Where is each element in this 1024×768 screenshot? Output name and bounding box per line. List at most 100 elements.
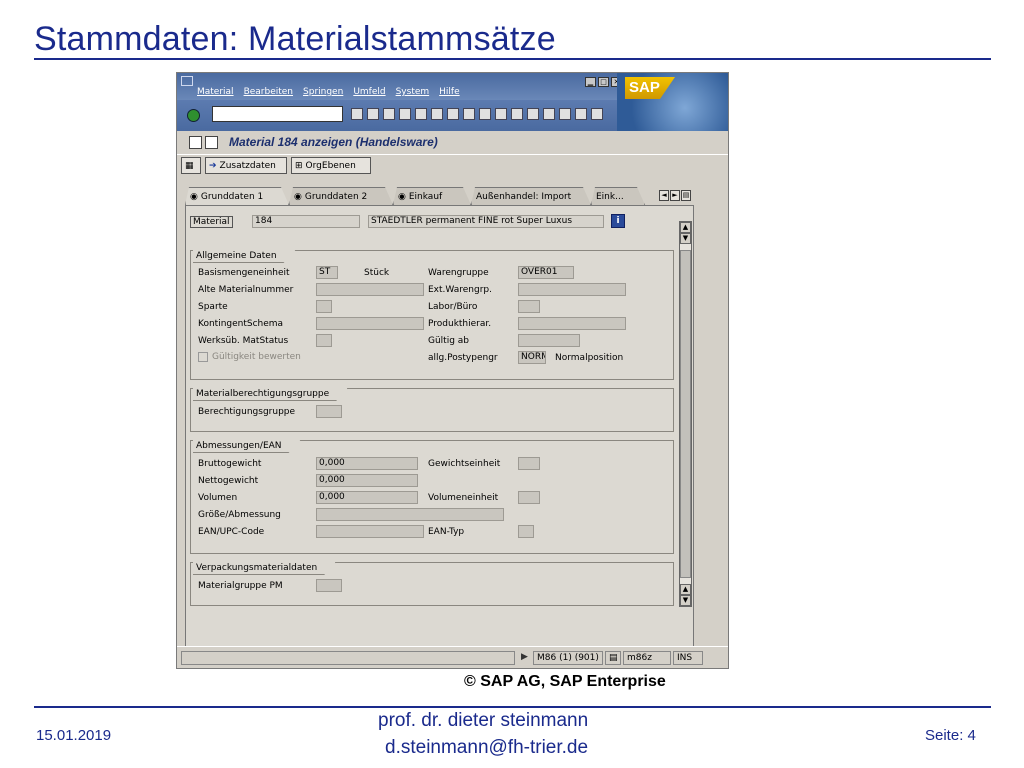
ext-warengrp-field[interactable] [518,283,626,296]
berechtigungsgruppe-label: Berechtigungsgruppe [198,407,296,417]
scroll-down-icon[interactable]: ▼ [680,595,691,606]
tab-list-icon[interactable]: ▤ [681,190,691,201]
produkthierar-field[interactable] [518,317,626,330]
document-icon[interactable] [205,136,218,149]
group-title: Verpackungsmaterialdaten [193,562,336,575]
info-icon[interactable]: i [611,214,625,228]
menu-springen[interactable]: Springen [303,87,343,97]
tab-aussenhandel-import[interactable]: Außenhandel: Import [471,187,591,205]
sparte-label: Sparte [198,302,228,312]
tab-einkauf-more[interactable]: Eink... [591,187,645,205]
system-info-field[interactable]: M86 (1) (901) [533,651,603,665]
kontingentschema-field[interactable] [316,317,424,330]
werksub-matstatus-field[interactable] [316,334,332,347]
materialgruppe-pm-field[interactable] [316,579,342,592]
material-label: Material [190,216,233,228]
menu-material[interactable]: Material [197,87,234,97]
scroll-thumb[interactable] [680,250,691,578]
gueltigkeit-checkbox[interactable] [198,352,208,362]
exit-icon[interactable] [399,108,411,120]
alte-materialnummer-label: Alte Materialnummer [198,285,294,295]
new-session-icon[interactable] [543,108,555,120]
allg-postypengr-field[interactable]: NORM [518,351,546,364]
materialgruppe-pm-label: Materialgruppe PM [198,581,283,591]
zusatzdaten-label: Zusatzdaten [219,160,276,171]
basismengeneinheit-field[interactable]: ST [316,266,338,279]
scroll-up-bottom-icon[interactable]: ▲ [680,584,691,595]
volumen-field[interactable]: 0,000 [316,491,418,504]
material-number-field[interactable]: 184 [252,215,360,228]
slide-title: Stammdaten: Materialstammsätze [34,20,556,58]
minimize-icon[interactable]: ▁ [585,77,596,87]
tab-label: Eink... [596,191,624,202]
produkthierar-label: Produkthierar. [428,319,492,329]
tab-next-icon[interactable]: ► [670,190,680,201]
menu-hilfe[interactable]: Hilfe [439,87,459,97]
footer-date: 15.01.2019 [36,727,112,744]
gewichtseinheit-field[interactable] [518,457,540,470]
tab-einkauf[interactable]: ◉ Einkauf [393,187,471,205]
print-icon[interactable] [431,108,443,120]
nettogewicht-field[interactable]: 0,000 [316,474,418,487]
back-icon[interactable] [383,108,395,120]
tab-label: Einkauf [408,191,443,202]
find-next-icon[interactable] [463,108,475,120]
command-field[interactable] [212,106,343,122]
orgebenen-button[interactable]: ⊞ OrgEbenen [291,157,371,174]
dropdown-arrow-icon[interactable] [351,108,363,120]
sparte-field[interactable] [316,300,332,313]
nettogewicht-label: Nettogewicht [198,476,259,486]
title-divider [34,58,991,60]
screen-title: Material 184 anzeigen (Handelsware) [229,135,438,149]
maximize-icon[interactable]: □ [598,77,609,87]
help-icon[interactable] [575,108,587,120]
find-icon[interactable] [447,108,459,120]
vertical-scrollbar[interactable]: ▲ ▼ ▲ ▼ [679,221,692,607]
next-page-icon[interactable] [511,108,523,120]
cancel-icon[interactable] [415,108,427,120]
views-button[interactable]: ▦ [181,157,201,174]
menu-system[interactable]: System [396,87,430,97]
sap-logo: SAP [625,77,675,99]
shortcut-icon[interactable] [559,108,571,120]
sap-window: Material Bearbeiten Springen Umfeld Syst… [176,72,729,669]
menu-bearbeiten[interactable]: Bearbeiten [244,87,293,97]
save-icon[interactable] [367,108,379,120]
tab-grunddaten-1[interactable]: ◉ Grunddaten 1 [185,187,289,205]
berechtigungsgruppe-field[interactable] [316,405,342,418]
basismengeneinheit-label: Basismengeneinheit [198,268,290,278]
scroll-up-icon[interactable]: ▲ [680,222,691,233]
material-description-field[interactable]: STAEDTLER permanent FINE rot Super Luxus [368,215,604,228]
volumeneinheit-field[interactable] [518,491,540,504]
zusatzdaten-button[interactable]: ➔ Zusatzdaten [205,157,287,174]
footer-page-number: Seite: 4 [925,727,976,744]
groesse-field[interactable] [316,508,504,521]
first-page-icon[interactable] [479,108,491,120]
bruttogewicht-field[interactable]: 0,000 [316,457,418,470]
ean-upc-field[interactable] [316,525,424,538]
gueltig-ab-field[interactable] [518,334,580,347]
window-icon[interactable] [181,76,193,86]
arrow-right-icon: ➔ [209,160,217,171]
tab-prev-icon[interactable]: ◄ [659,190,669,201]
menu-umfeld[interactable]: Umfeld [353,87,385,97]
alte-materialnummer-field[interactable] [316,283,424,296]
gueltig-ab-label: Gültig ab [428,336,470,346]
volumen-label: Volumen [198,493,238,503]
tab-area: ◉ Grunddaten 1 ◉ Grunddaten 2 ◉ Einkauf … [177,179,728,661]
tab-status-icon: ◉ [294,191,302,202]
status-list-icon[interactable]: ▤ [605,651,621,665]
tab-grunddaten-2[interactable]: ◉ Grunddaten 2 [289,187,393,205]
labor-buero-field[interactable] [518,300,540,313]
scroll-down-small-icon[interactable]: ▼ [680,233,691,244]
warengruppe-field[interactable]: OVER01 [518,266,574,279]
prev-page-icon[interactable] [495,108,507,120]
ean-typ-field[interactable] [518,525,534,538]
last-page-icon[interactable] [527,108,539,120]
application-toolbar: ▦ ➔ Zusatzdaten ⊞ OrgEbenen [177,155,728,177]
enter-check-icon[interactable] [187,109,200,122]
status-arrow-icon[interactable]: ▶ [521,652,528,662]
layout-icon[interactable] [591,108,603,120]
volumeneinheit-label: Volumeneinheit [428,493,499,503]
other-material-icon[interactable] [189,136,202,149]
